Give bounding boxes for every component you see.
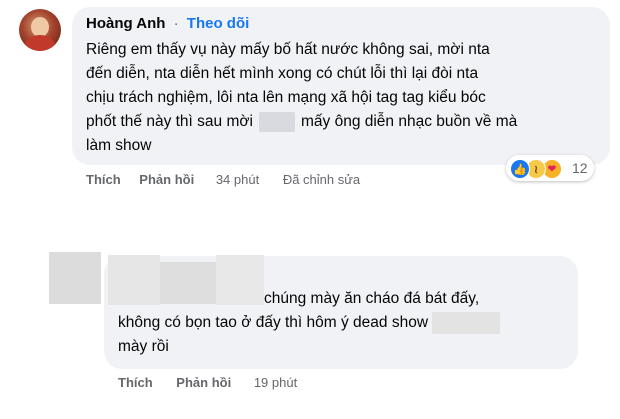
reaction-count: 12 [572,160,588,176]
comment-text: Riêng em thấy vụ này mấy bố hất nước khô… [86,38,586,158]
reactions-summary[interactable]: 👍 ≀ ❤ 12 [506,155,594,181]
comment-line-with-redaction: phốt thế này thì sau mời mấy ông diễn nhạ… [86,110,586,134]
comment-line: Riêng em thấy vụ này mấy bố hất nước khô… [86,41,490,58]
separator-dot: · [173,15,179,32]
author-name[interactable]: Hoàng Anh [86,15,165,32]
like-button[interactable]: Thích [86,171,121,189]
redacted-text [258,111,295,132]
comment-header: Hoàng Anh · Theo dõi [86,14,249,34]
comment-line: đến diễn, nta diễn hết mình xong có chút… [86,65,479,82]
avatar[interactable] [19,9,61,51]
reply-button[interactable]: Phản hồi [176,374,231,392]
comment-segment: phốt thế này thì sau mời [86,113,253,130]
comment-line: mày rồi [118,338,169,355]
comment-line-with-redaction: không có bọn tao ở đấy thì hôm ý dead sh… [118,311,568,335]
comment-segment: mấy ông diễn nhạc buồn về mà [300,113,518,130]
comment-segment: chúng mày ăn cháo đá bát đấy, [264,290,480,307]
timestamp[interactable]: 34 phút [216,171,259,189]
like-icon: 👍 [510,159,530,179]
comment-text: chúng mày ăn cháo đá bát đấy, không có b… [118,287,568,359]
avatar[interactable] [49,252,101,304]
comment-actions: Thích Phản hồi 19 phút [118,374,297,392]
reply-button[interactable]: Phản hồi [139,171,194,189]
redacted-text [432,311,501,334]
like-button[interactable]: Thích [118,374,153,392]
avatar-face [31,17,49,37]
timestamp[interactable]: 19 phút [254,374,297,392]
avatar-body [25,35,55,51]
comment-segment: không có bọn tao ở đấy thì hôm ý dead sh… [118,314,429,331]
comment-line: chúng mày ăn cháo đá bát đấy, [118,287,568,311]
comment-line: chịu trách nghiệm, lôi nta lên mạng xã h… [86,89,486,106]
edited-label: Đã chỉnh sửa [282,172,361,187]
comment-actions: Thích Phản hồi 34 phút Đã chỉnh sửa [86,171,360,189]
comment-line: làm show [86,137,152,154]
follow-link[interactable]: Theo dõi [187,15,250,32]
heart-icon: ❤ [547,163,557,175]
